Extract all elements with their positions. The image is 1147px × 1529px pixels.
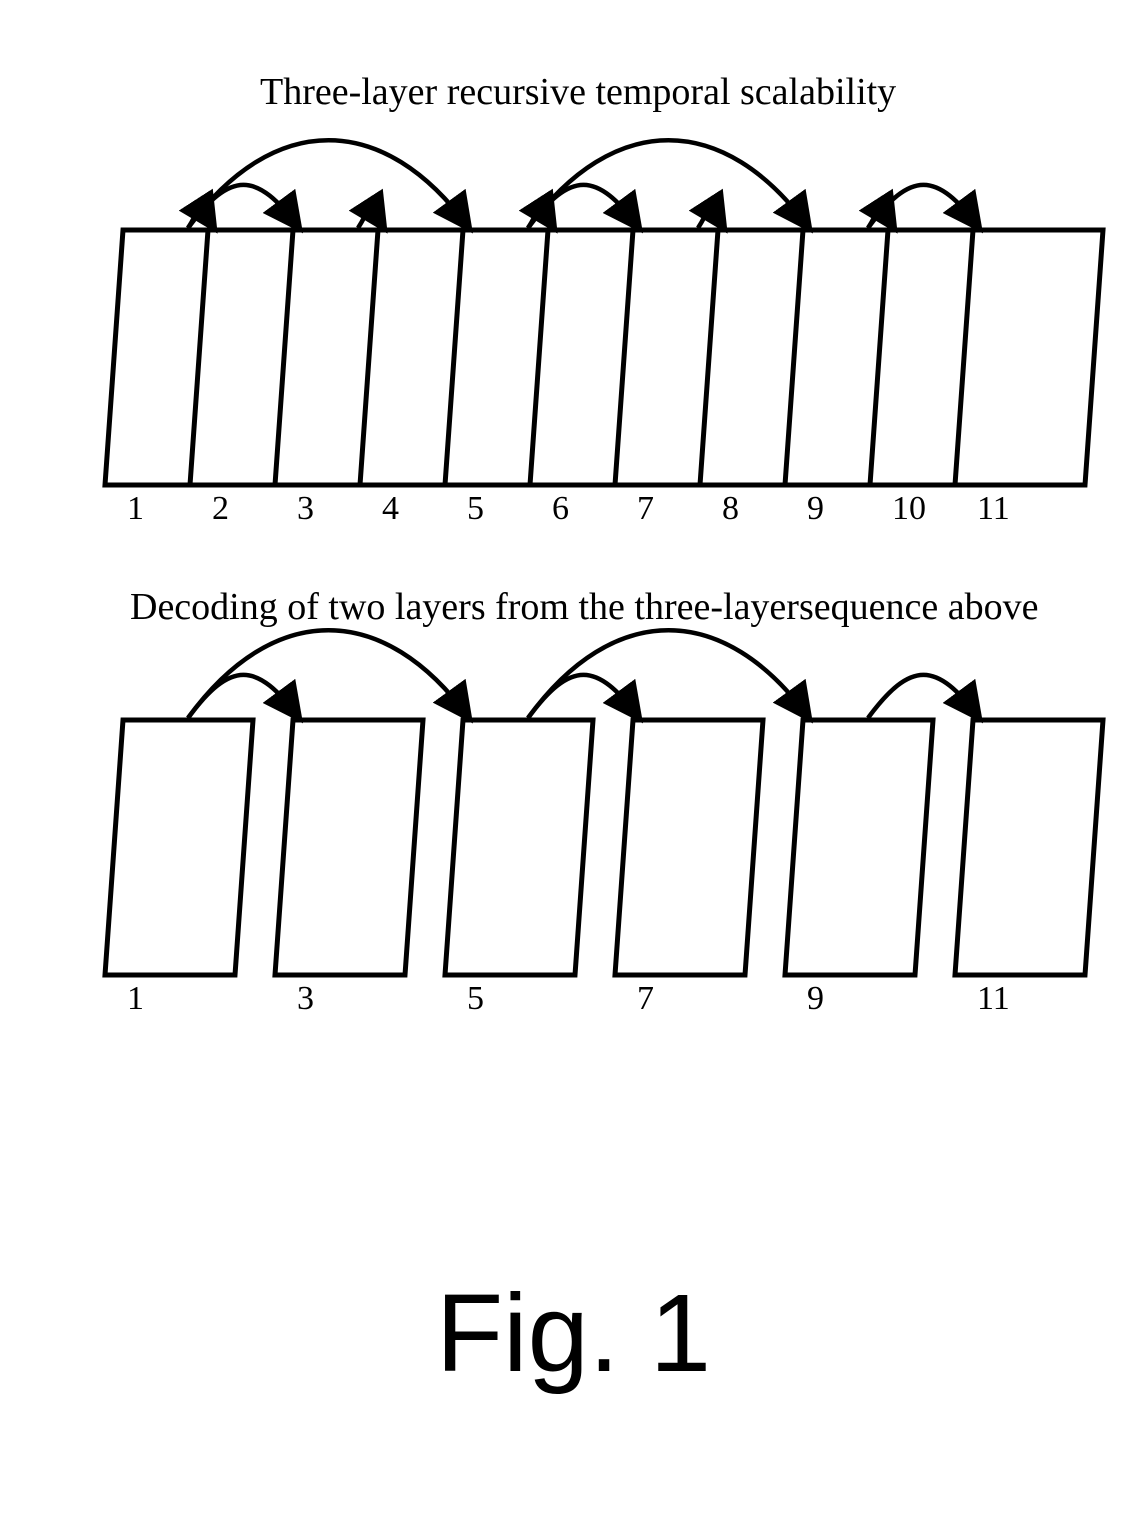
frame-card xyxy=(955,230,1103,485)
frame-card xyxy=(955,720,1103,975)
frame-number: 3 xyxy=(297,490,314,527)
frame-number: 10 xyxy=(892,490,926,527)
frame-number: 9 xyxy=(807,490,824,527)
frame-number: 6 xyxy=(552,490,569,527)
frame-number: 4 xyxy=(382,490,399,527)
prediction-arrow xyxy=(868,675,979,718)
frame-number: 11 xyxy=(977,980,1010,1017)
frame-number: 11 xyxy=(977,490,1010,527)
frame-card xyxy=(785,720,933,975)
frame-number: 3 xyxy=(297,980,314,1017)
prediction-arrow xyxy=(528,140,809,228)
frame-number: 2 xyxy=(212,490,229,527)
frame-card xyxy=(445,720,593,975)
frame-number: 5 xyxy=(467,980,484,1017)
prediction-arrow xyxy=(698,203,724,228)
figure-page: Three-layer recursive temporal scalabili… xyxy=(0,0,1147,1529)
frame-number: 5 xyxy=(467,490,484,527)
prediction-arrow xyxy=(868,185,979,228)
frame-card xyxy=(105,720,253,975)
prediction-arrow xyxy=(528,630,809,718)
prediction-arrow xyxy=(358,203,384,228)
diagram-svg: 1 2 3 4 5 6 7 8 9 10 11 1 3 5 7 9 11 xyxy=(0,0,1147,1529)
frame-number: 9 xyxy=(807,980,824,1017)
frame-number: 7 xyxy=(637,980,654,1017)
frame-number: 7 xyxy=(637,490,654,527)
prediction-arrow xyxy=(188,630,469,718)
frame-card xyxy=(275,720,423,975)
frame-number: 1 xyxy=(127,490,144,527)
frame-card xyxy=(615,720,763,975)
frame-number: 8 xyxy=(722,490,739,527)
frame-number: 1 xyxy=(127,980,144,1017)
prediction-arrow xyxy=(188,140,469,228)
